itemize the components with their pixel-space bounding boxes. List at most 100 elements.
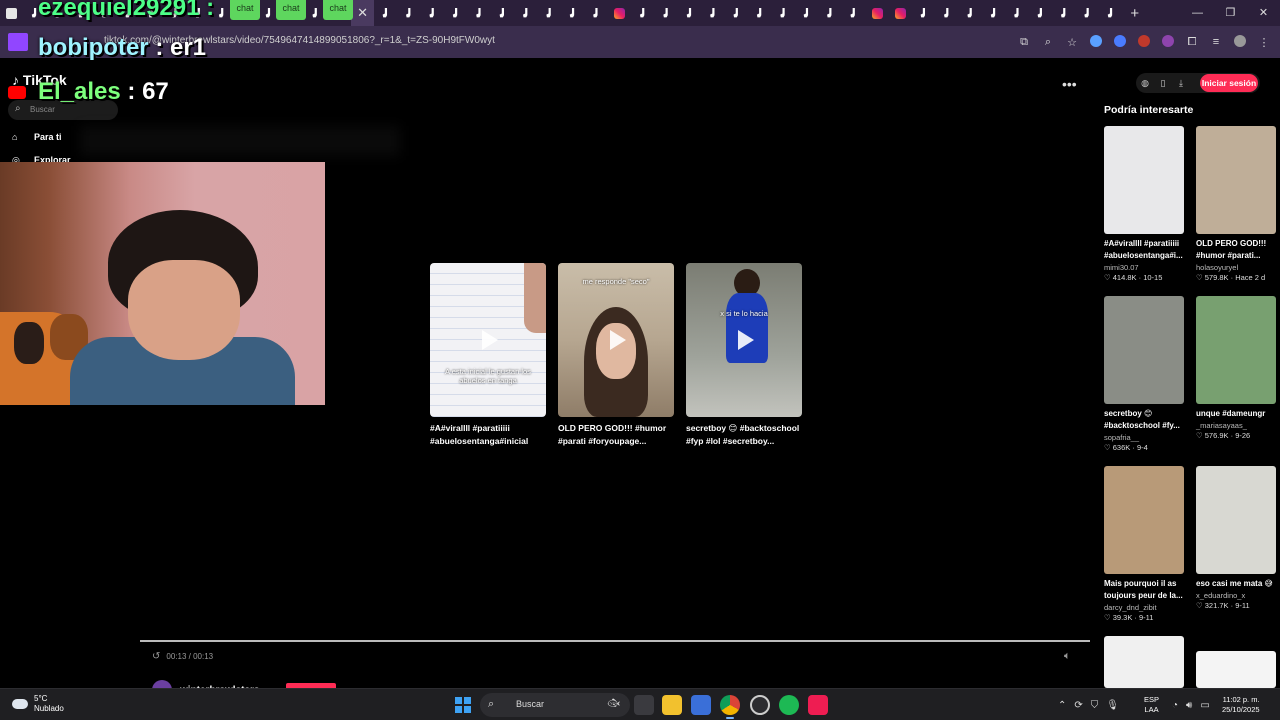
browser-tab[interactable] — [632, 0, 655, 26]
browser-tab[interactable] — [1006, 0, 1029, 26]
chrome-icon[interactable] — [720, 695, 740, 719]
microsoft-store-icon[interactable] — [691, 695, 711, 715]
video-progress-bar[interactable] — [140, 640, 1090, 642]
video-card[interactable]: A esta inicial le gustan los abuelos en … — [430, 263, 546, 447]
suggestion-card[interactable]: #A#virallll #paratiiiii #abuelosentanga#i… — [1104, 126, 1184, 282]
minimize-button[interactable]: — — [1181, 0, 1214, 26]
browser-tab[interactable] — [515, 0, 538, 26]
replay-icon[interactable]: ↺ — [152, 651, 160, 662]
tray-overflow-icon[interactable]: ⌃ — [1058, 700, 1066, 711]
extension-4-icon[interactable] — [1160, 34, 1176, 50]
browser-tab[interactable] — [819, 0, 842, 26]
suggestion-thumbnail[interactable] — [1104, 296, 1184, 404]
close-window-button[interactable]: ✕ — [1247, 0, 1280, 26]
suggestion-author[interactable]: sopafria__ — [1104, 433, 1184, 442]
suggestion-description[interactable]: eso casi me mata 😅 — [1196, 578, 1280, 590]
browser-tab[interactable] — [959, 0, 982, 26]
browser-tab[interactable] — [725, 0, 748, 26]
suggestion-thumbnail[interactable] — [1196, 651, 1276, 688]
reading-list-icon[interactable]: ≡ — [1208, 36, 1224, 48]
browser-tab[interactable] — [912, 0, 935, 26]
browser-tab[interactable] — [795, 0, 818, 26]
volume-icon[interactable]: 🔈︎ — [1064, 650, 1071, 663]
language-indicator[interactable]: ESP LAA — [1144, 695, 1159, 715]
tiktok-app-icon[interactable] — [808, 695, 828, 715]
browser-tab[interactable] — [982, 0, 1005, 26]
taskbar-search-input[interactable]: ⌕ Buscar 🐟︎ — [480, 693, 630, 717]
suggestion-card[interactable]: OLD PERO GOD!!! #humor #parati... holasoyu… — [1196, 126, 1276, 282]
more-options-icon[interactable]: ••• — [1062, 76, 1077, 92]
profile-avatar[interactable] — [1232, 34, 1248, 50]
browser-tab[interactable] — [561, 0, 584, 26]
suggestion-card[interactable]: unque #dameungr _mariasayaas_ ♡ 576.9K · 9-… — [1196, 296, 1276, 440]
suggestion-author[interactable]: darcy_dnd_zibit — [1104, 603, 1184, 612]
suggestion-card[interactable] — [1196, 651, 1276, 688]
browser-tab[interactable] — [374, 0, 397, 26]
suggestion-description-2[interactable]: #abuelosentanga#i... — [1104, 250, 1188, 262]
browser-tab[interactable] — [0, 0, 23, 26]
browser-tab[interactable] — [1029, 0, 1052, 26]
browser-tab[interactable] — [444, 0, 467, 26]
suggestion-description[interactable]: unque #dameungr — [1196, 408, 1280, 420]
suggestion-description-2[interactable]: toujours peur de la... — [1104, 590, 1188, 602]
browser-tab[interactable] — [398, 0, 421, 26]
task-view-icon[interactable] — [634, 695, 654, 715]
browser-tab[interactable] — [538, 0, 561, 26]
browser-tab[interactable] — [585, 0, 608, 26]
play-icon[interactable] — [610, 330, 626, 350]
video-description[interactable]: #A#virallll #paratiiiii #abuelosentanga#… — [430, 422, 550, 447]
login-button[interactable]: Iniciar sesión — [1200, 74, 1258, 92]
video-card[interactable]: me responde "seco" OLD PERO GOD!!! #humo… — [558, 263, 674, 447]
network-volume-battery[interactable]: ◔ 🔊︎ ▭ — [1172, 689, 1210, 720]
nav-item-para-ti[interactable]: ⌂ Para ti — [12, 132, 62, 142]
suggestion-description-2[interactable]: #backtoschool #fy... — [1104, 420, 1188, 432]
browser-tab[interactable] — [1076, 0, 1099, 26]
sync-icon[interactable]: ⟳ — [1074, 700, 1082, 711]
browser-tab[interactable] — [702, 0, 725, 26]
play-icon[interactable] — [482, 330, 498, 350]
weather-widget[interactable]: 5°C Nublado — [12, 694, 64, 714]
extension-2-icon[interactable] — [1112, 34, 1128, 50]
windows-start-icon[interactable] — [455, 697, 471, 713]
suggestion-thumbnail[interactable] — [1104, 636, 1184, 688]
coins-icon[interactable]: ◍ — [1136, 78, 1154, 89]
suggestion-description[interactable]: Mais pourquoi il as — [1104, 578, 1188, 590]
suggestion-card[interactable] — [1104, 636, 1184, 688]
suggestion-card[interactable]: eso casi me mata 😅 x_eduardino_x ♡ 321.7K ·… — [1196, 466, 1276, 610]
suggestion-thumbnail[interactable] — [1104, 466, 1184, 574]
suggestion-thumbnail[interactable] — [1104, 126, 1184, 234]
browser-menu-icon[interactable]: ⋮ — [1256, 36, 1272, 49]
obs-icon[interactable] — [750, 695, 770, 715]
browser-tab[interactable] — [608, 0, 631, 26]
video-thumbnail[interactable]: x si te lo hacia — [686, 263, 802, 417]
extension-3-icon[interactable] — [1136, 34, 1152, 50]
suggestion-author[interactable]: x_eduardino_x — [1196, 591, 1276, 600]
suggestion-description-2[interactable]: #humor #parati... — [1196, 250, 1280, 262]
extensions-puzzle-icon[interactable]: ⧠ — [1184, 36, 1200, 49]
browser-tab[interactable] — [865, 0, 888, 26]
file-explorer-icon[interactable] — [662, 695, 682, 715]
suggestion-thumbnail[interactable] — [1196, 126, 1276, 234]
suggestion-author[interactable]: _mariasayaas_ — [1196, 421, 1276, 430]
browser-tab[interactable] — [491, 0, 514, 26]
suggestion-card[interactable]: Mais pourquoi il as toujours peur de la..… — [1104, 466, 1184, 622]
browser-tab[interactable] — [772, 0, 795, 26]
video-description[interactable]: secretboy 😊 #backtoschool #fyp #lol #sec… — [686, 422, 806, 447]
browser-tab[interactable]: ✕ — [350, 0, 375, 26]
extension-1-icon[interactable] — [1088, 34, 1104, 50]
suggestion-author[interactable]: holasoyuryel — [1196, 263, 1276, 272]
video-thumbnail[interactable]: me responde "seco" — [558, 263, 674, 417]
video-thumbnail[interactable]: A esta inicial le gustan los abuelos en … — [430, 263, 546, 417]
spotify-icon[interactable] — [779, 695, 799, 715]
zoom-icon[interactable]: ⌕ — [1040, 36, 1056, 49]
plus-icon[interactable]: + — [1123, 5, 1147, 22]
download-icon[interactable]: ⤓ — [1172, 78, 1190, 89]
suggestion-card[interactable]: secretboy 😊 #backtoschool #fy... sopafria_… — [1104, 296, 1184, 452]
shield-icon[interactable]: ⛉ — [1091, 700, 1099, 711]
browser-tab[interactable] — [749, 0, 772, 26]
browser-tab[interactable] — [468, 0, 491, 26]
twitch-icon[interactable] — [8, 33, 28, 51]
browser-tab[interactable] — [655, 0, 678, 26]
browser-tab[interactable] — [1099, 0, 1122, 26]
maximize-button[interactable]: ❐ — [1214, 0, 1247, 26]
